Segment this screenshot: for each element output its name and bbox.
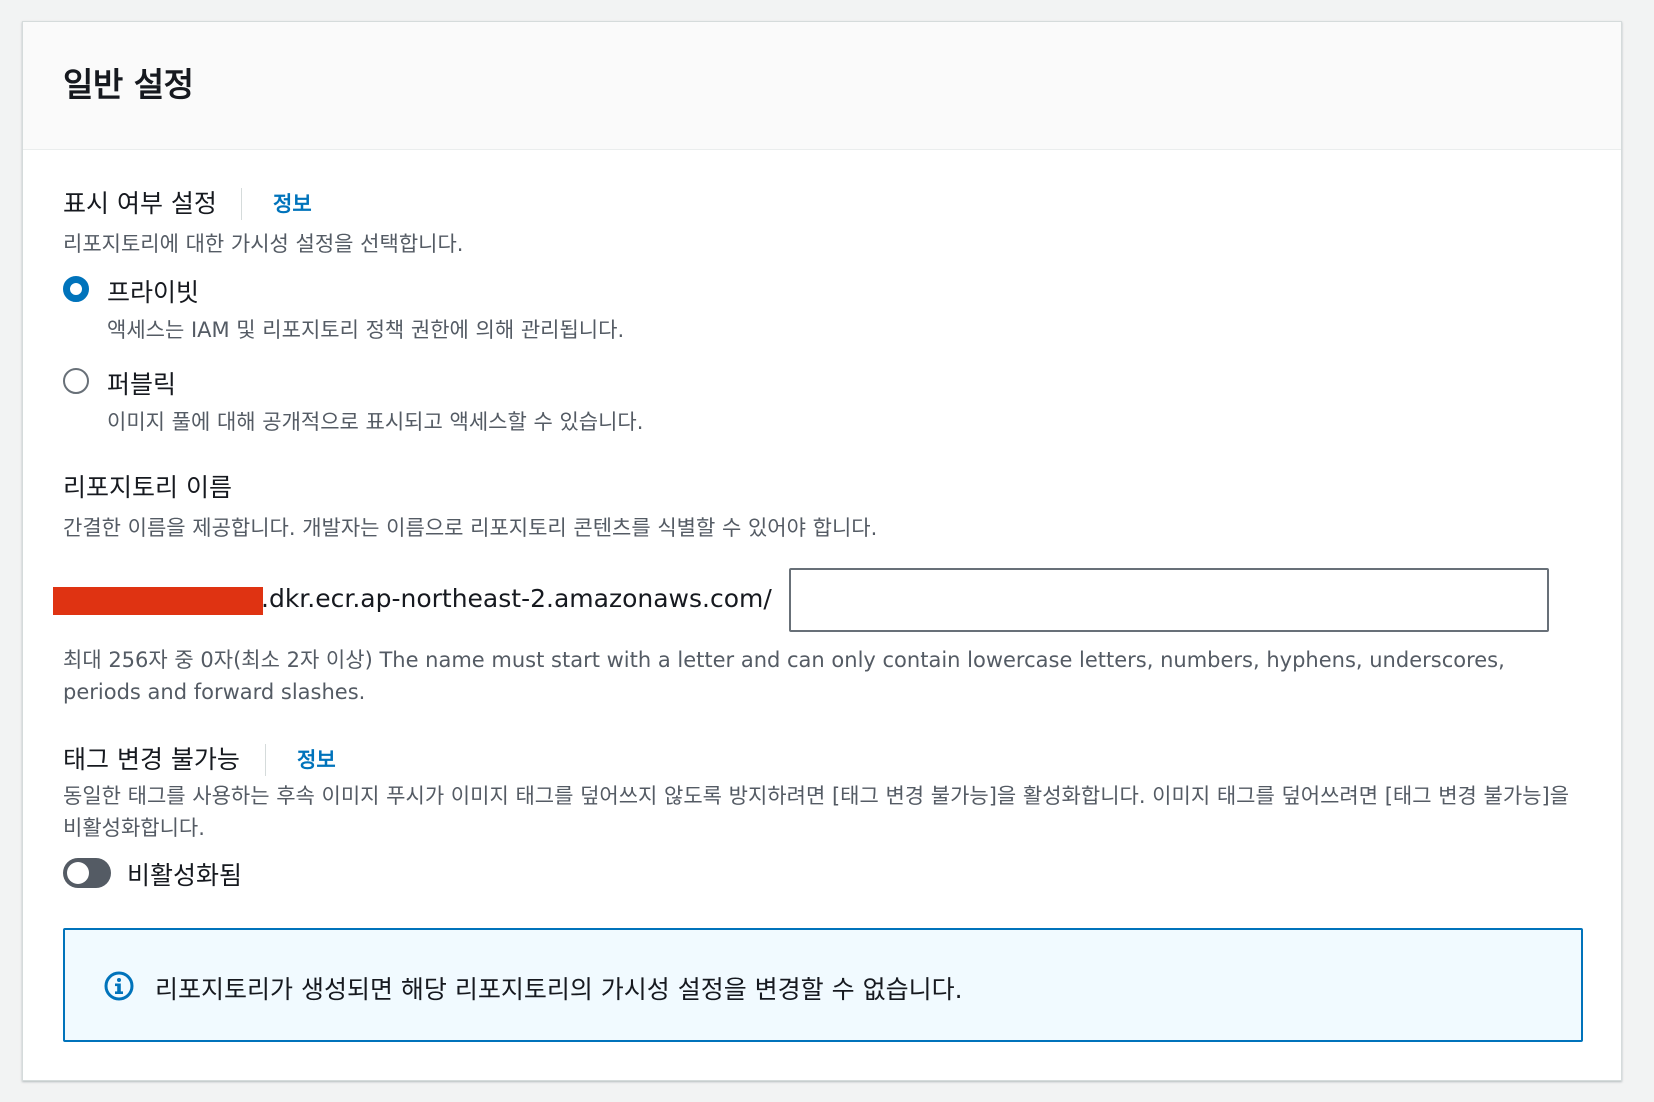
public-radio[interactable] (63, 368, 89, 394)
repository-name-description: 간결한 이름을 제공합니다. 개발자는 이름으로 리포지토리 콘텐츠를 식별할 … (63, 516, 878, 540)
tag-immutability-label: 태그 변경 불가능 (63, 745, 240, 774)
visibility-description: 리포지토리에 대한 가시성 설정을 선택합니다. (63, 232, 464, 256)
repository-name-input[interactable] (789, 568, 1549, 632)
private-radio[interactable] (63, 276, 89, 302)
redacted-account-id (53, 587, 263, 615)
divider (265, 744, 266, 776)
toggle-knob (67, 862, 89, 884)
info-icon (103, 970, 135, 1002)
tag-immutability-description: 동일한 태그를 사용하는 후속 이미지 푸시가 이미지 태그를 덮어쓰지 않도록… (63, 784, 1570, 840)
general-settings-panel: 일반 설정 표시 여부 설정 정보 리포지토리에 대한 가시성 설정을 선택합니… (22, 21, 1622, 1081)
public-radio-label[interactable]: 퍼블릭 (107, 365, 176, 401)
tag-immutability-toggle-label: 비활성화됨 (127, 861, 243, 890)
visibility-label: 표시 여부 설정 (63, 189, 217, 218)
visibility-alert: 리포지토리가 생성되면 해당 리포지토리의 가시성 설정을 변경할 수 없습니다… (63, 928, 1583, 1042)
tag-immutability-info-link[interactable]: 정보 (297, 744, 336, 774)
public-radio-description: 이미지 풀에 대해 공개적으로 표시되고 액세스할 수 있습니다. (107, 410, 644, 434)
repository-name-constraint: 최대 256자 중 0자(최소 2자 이상) The name must sta… (63, 648, 1505, 704)
divider (241, 188, 242, 220)
panel-title: 일반 설정 (63, 65, 194, 104)
repository-name-label: 리포지토리 이름 (63, 473, 232, 502)
private-radio-description: 액세스는 IAM 및 리포지토리 정책 권한에 의해 관리됩니다. (107, 318, 625, 342)
tag-immutability-toggle[interactable] (63, 858, 111, 888)
panel-header: 일반 설정 (23, 22, 1621, 150)
visibility-info-link[interactable]: 정보 (273, 188, 312, 218)
private-radio-label[interactable]: 프라이빗 (107, 273, 199, 309)
alert-message: 리포지토리가 생성되면 해당 리포지토리의 가시성 설정을 변경할 수 없습니다… (155, 975, 963, 1004)
registry-uri-prefix: .dkr.ecr.ap-northeast-2.amazonaws.com/ (261, 584, 772, 613)
